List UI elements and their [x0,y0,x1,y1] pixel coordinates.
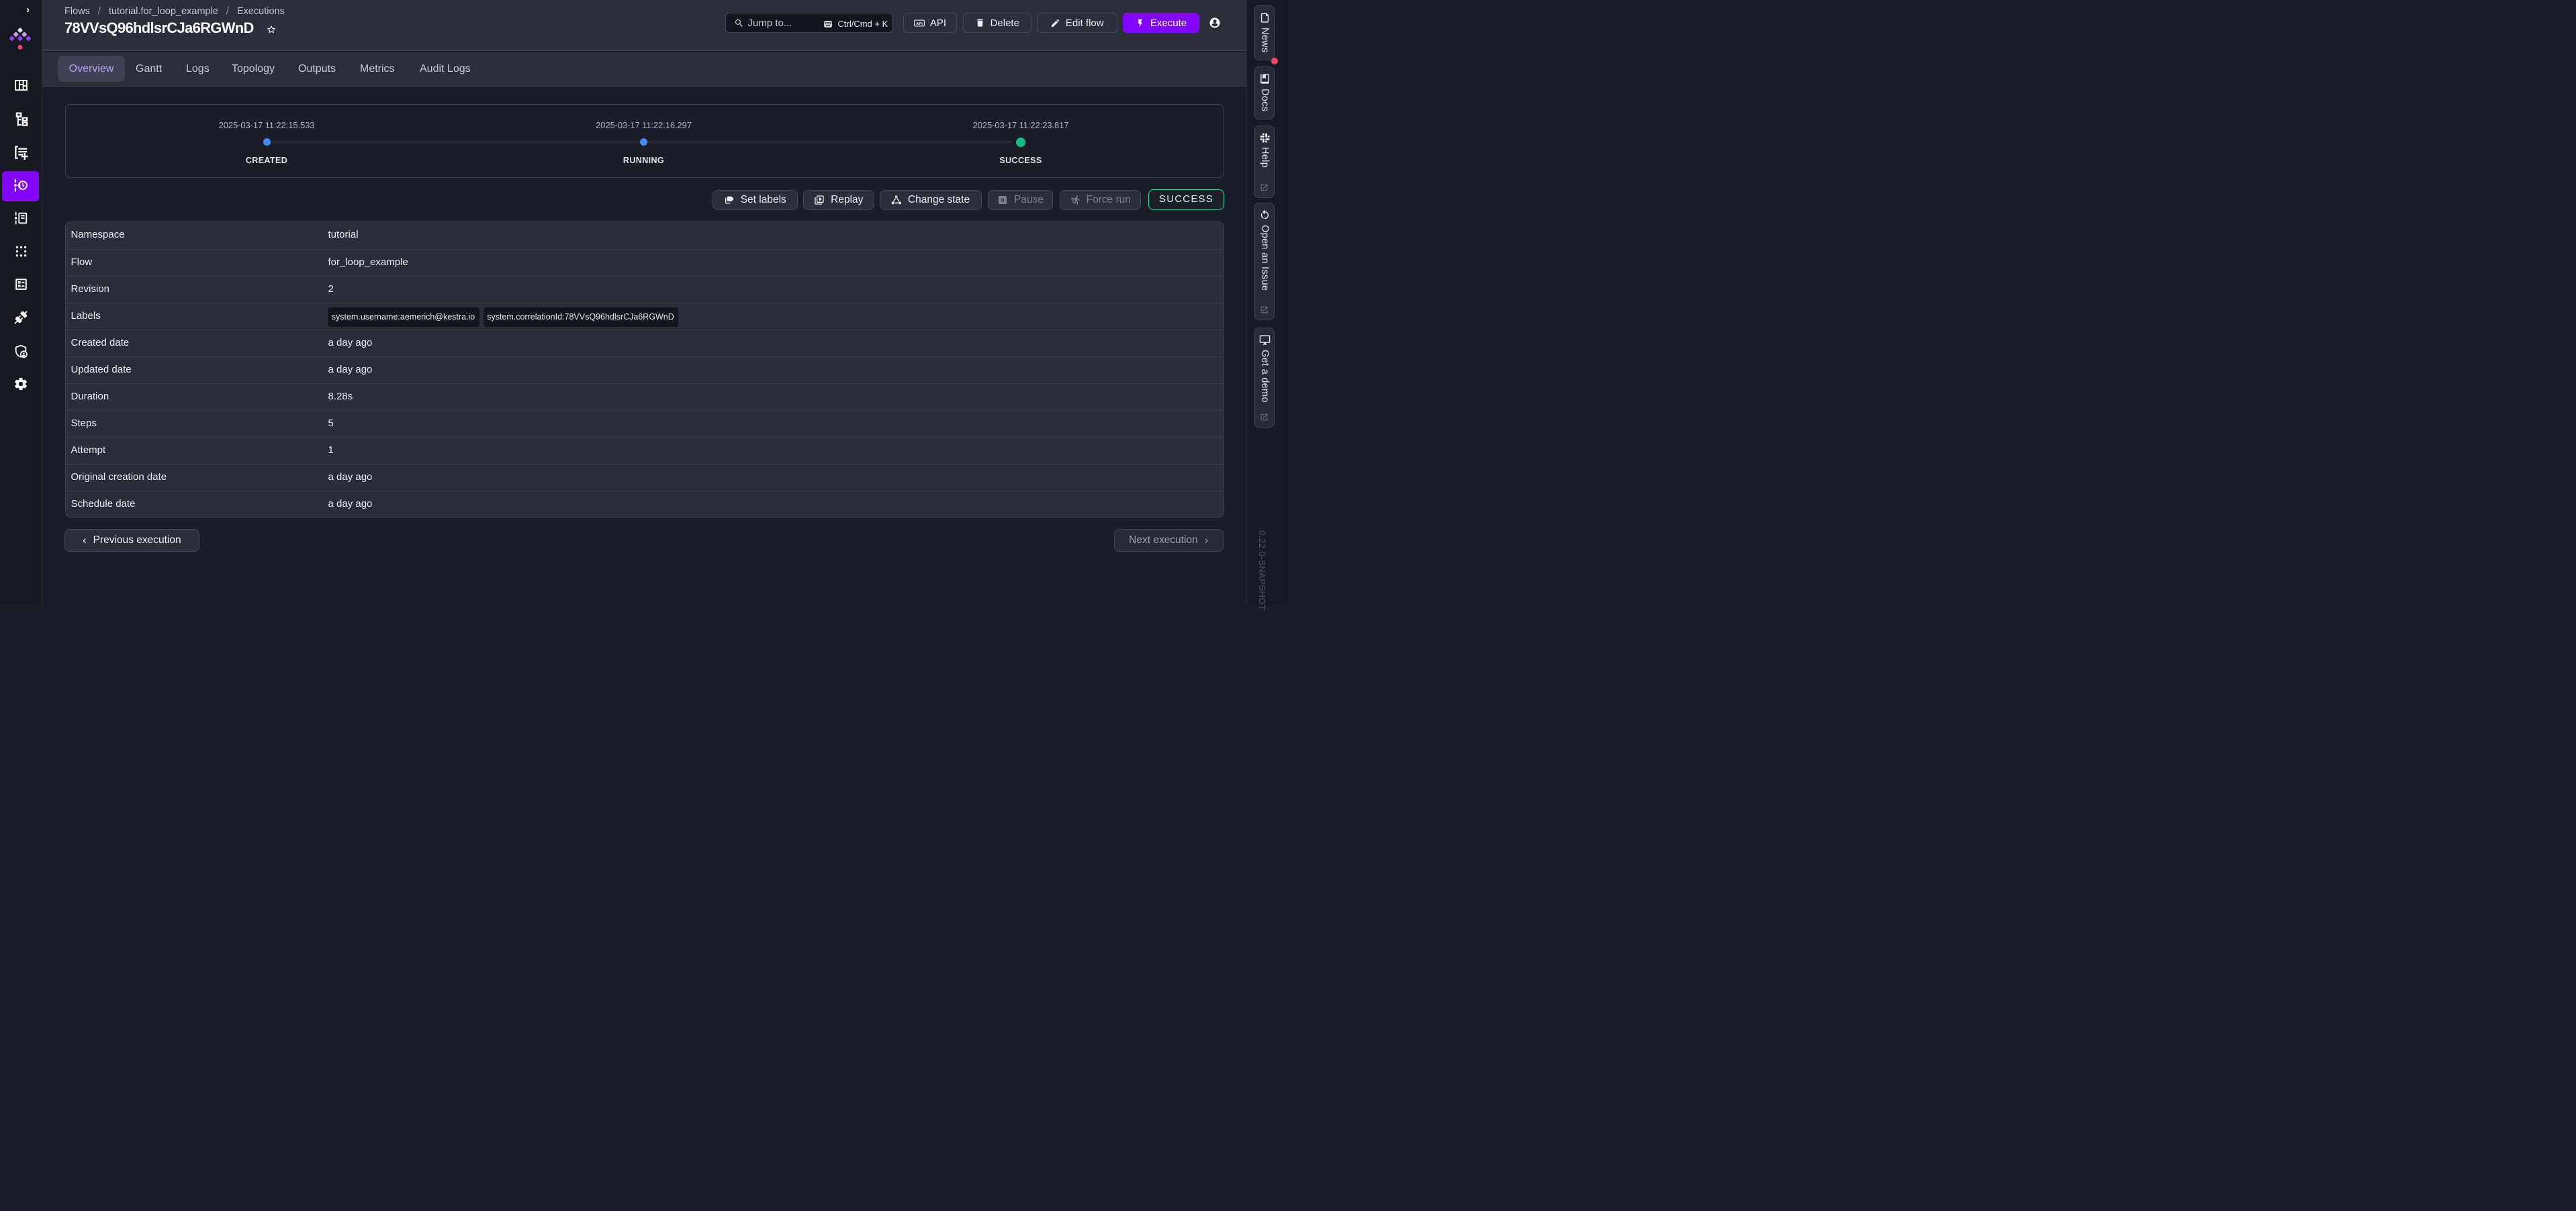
svg-text:API: API [916,21,923,26]
